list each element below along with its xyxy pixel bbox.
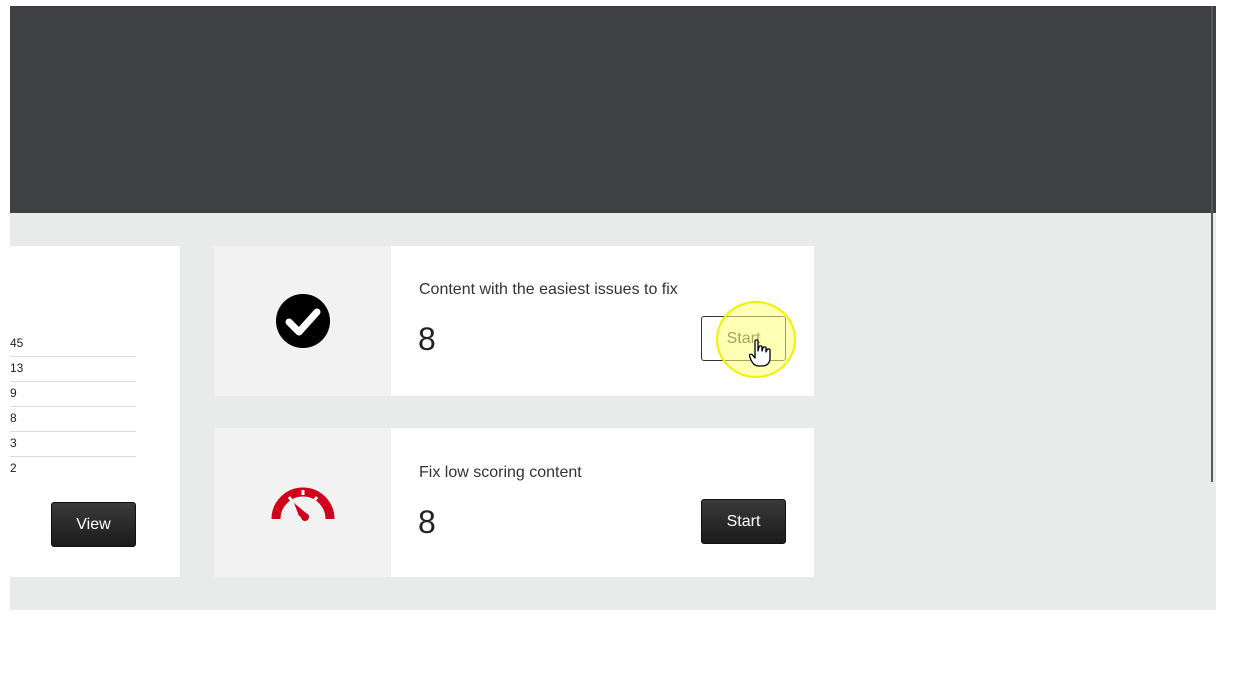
gauge-icon (271, 487, 334, 521)
scrollbar[interactable] (1211, 6, 1213, 482)
list-item: 45 (10, 332, 136, 357)
header-bar (10, 6, 1216, 213)
task-card-easiest-issues: Content with the easiest issues to fix 8… (214, 246, 814, 396)
task-count: 8 (418, 321, 436, 357)
start-button[interactable]: Start (701, 499, 786, 544)
list-item: 3 (10, 432, 136, 457)
task-card-low-scoring: Fix low scoring content 8 Start (214, 428, 814, 577)
check-circle-icon (275, 294, 330, 348)
start-button[interactable]: Start (701, 316, 786, 361)
list-item: 9 (10, 382, 136, 407)
page: 45 13 9 8 3 2 View Content with the easi… (0, 0, 1249, 678)
list-item: 13 (10, 357, 136, 382)
list-item: 2 (10, 461, 17, 475)
task-count: 8 (418, 504, 436, 540)
value-list: 45 13 9 8 3 2 (10, 332, 136, 482)
summary-card: 45 13 9 8 3 2 View (10, 246, 180, 577)
task-title: Content with the easiest issues to fix (419, 281, 678, 298)
icon-panel (214, 428, 391, 577)
icon-panel (214, 246, 391, 396)
view-button[interactable]: View (51, 502, 136, 547)
task-title: Fix low scoring content (419, 464, 582, 481)
list-item: 8 (10, 407, 136, 432)
